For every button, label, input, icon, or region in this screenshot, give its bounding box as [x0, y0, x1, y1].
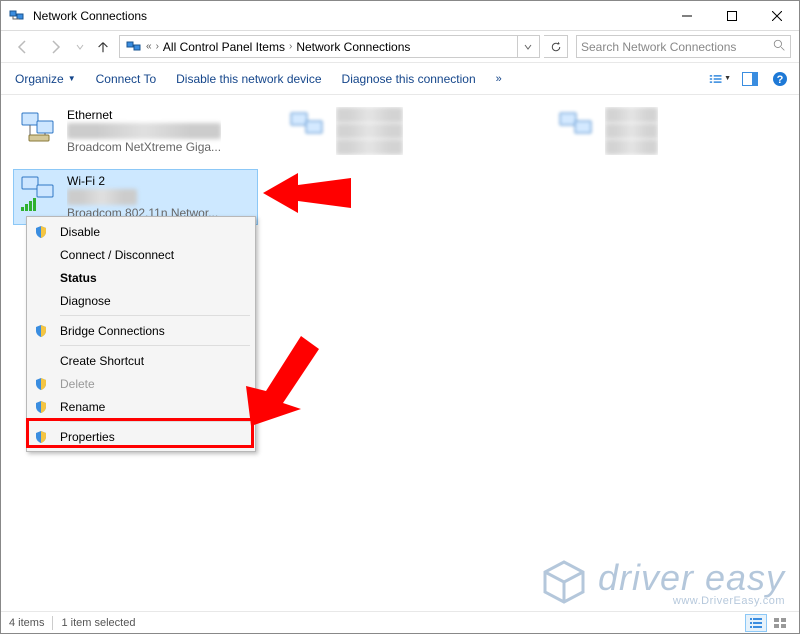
organize-button[interactable]: Organize ▼: [9, 68, 82, 90]
breadcrumb-seg-1[interactable]: All Control Panel Items: [163, 40, 285, 54]
item-count: 4 items: [9, 617, 44, 629]
connection-subtitle: [67, 189, 137, 205]
ctx-delete: Delete: [30, 372, 252, 395]
minimize-button[interactable]: [664, 1, 709, 30]
ctx-status[interactable]: Status: [30, 266, 252, 289]
navigation-bar: « › All Control Panel Items › Network Co…: [1, 31, 799, 63]
separator: [60, 421, 250, 422]
status-bar: 4 items 1 item selected: [1, 611, 799, 633]
ctx-disable[interactable]: Disable: [30, 220, 252, 243]
diagnose-button[interactable]: Diagnose this connection: [336, 68, 482, 90]
search-input[interactable]: Search Network Connections: [576, 35, 791, 58]
ctx-properties[interactable]: Properties: [30, 425, 252, 448]
command-bar: Organize ▼ Connect To Disable this netwo…: [1, 63, 799, 95]
connect-to-button[interactable]: Connect To: [90, 68, 163, 90]
more-commands-icon[interactable]: »: [490, 73, 508, 85]
connection-name: [605, 107, 658, 123]
connection-subtitle: [67, 123, 221, 139]
separator: [60, 315, 250, 316]
history-dropdown-icon[interactable]: [73, 43, 87, 51]
search-icon: [773, 39, 786, 55]
help-button[interactable]: ?: [769, 68, 791, 90]
wifi-icon: [19, 173, 59, 213]
shield-icon: [30, 400, 52, 414]
connection-subtitle: [605, 123, 658, 139]
shield-icon: [30, 225, 52, 239]
ethernet-icon: [19, 107, 59, 147]
ctx-bridge[interactable]: Bridge Connections: [30, 319, 252, 342]
selected-count: 1 item selected: [61, 617, 135, 629]
details-view-button[interactable]: [745, 614, 767, 632]
view-options-button[interactable]: ▼: [709, 68, 731, 90]
chevron-right-icon: ›: [289, 41, 292, 52]
connection-description: [336, 139, 403, 155]
location-icon: [126, 39, 142, 55]
shield-icon: [30, 377, 52, 391]
connection-item-hidden[interactable]: [551, 103, 751, 159]
connection-description: [605, 139, 658, 155]
shield-icon: [30, 324, 52, 338]
context-menu: Disable Connect / Disconnect Status Diag…: [26, 216, 256, 452]
connection-description: Broadcom NetXtreme Giga...: [67, 139, 221, 155]
network-icon: [557, 107, 597, 147]
search-placeholder: Search Network Connections: [581, 40, 736, 54]
ctx-create-shortcut[interactable]: Create Shortcut: [30, 349, 252, 372]
shield-icon: [30, 430, 52, 444]
connection-item-ethernet[interactable]: Ethernet Broadcom NetXtreme Giga...: [13, 103, 258, 159]
icons-view-button[interactable]: [769, 614, 791, 632]
refresh-button[interactable]: [544, 35, 568, 58]
connection-name: Ethernet: [67, 107, 221, 123]
breadcrumb-dropdown-icon[interactable]: [517, 36, 537, 57]
ctx-rename[interactable]: Rename: [30, 395, 252, 418]
breadcrumb-seg-2[interactable]: Network Connections: [296, 40, 410, 54]
connection-subtitle: [336, 123, 403, 139]
up-button[interactable]: [91, 40, 115, 54]
maximize-button[interactable]: [709, 1, 754, 30]
separator: [60, 345, 250, 346]
ctx-diagnose[interactable]: Diagnose: [30, 289, 252, 312]
connection-item-hidden[interactable]: [282, 103, 527, 159]
window-title: Network Connections: [33, 9, 664, 23]
close-button[interactable]: [754, 1, 799, 30]
disable-device-button[interactable]: Disable this network device: [170, 68, 327, 90]
network-icon: [288, 107, 328, 147]
svg-text:?: ?: [777, 74, 784, 86]
ctx-connect-disconnect[interactable]: Connect / Disconnect: [30, 243, 252, 266]
chevron-right-icon: ›: [156, 41, 159, 52]
preview-pane-button[interactable]: [739, 68, 761, 90]
chevron-down-icon: ▼: [68, 74, 76, 83]
breadcrumb[interactable]: « › All Control Panel Items › Network Co…: [119, 35, 540, 58]
back-button[interactable]: [9, 35, 37, 59]
forward-button[interactable]: [41, 35, 69, 59]
connection-name: Wi-Fi 2: [67, 173, 218, 189]
title-bar: Network Connections: [1, 1, 799, 31]
app-icon: [9, 8, 25, 24]
connection-name: [336, 107, 403, 123]
breadcrumb-prefix-icon: «: [146, 41, 152, 52]
